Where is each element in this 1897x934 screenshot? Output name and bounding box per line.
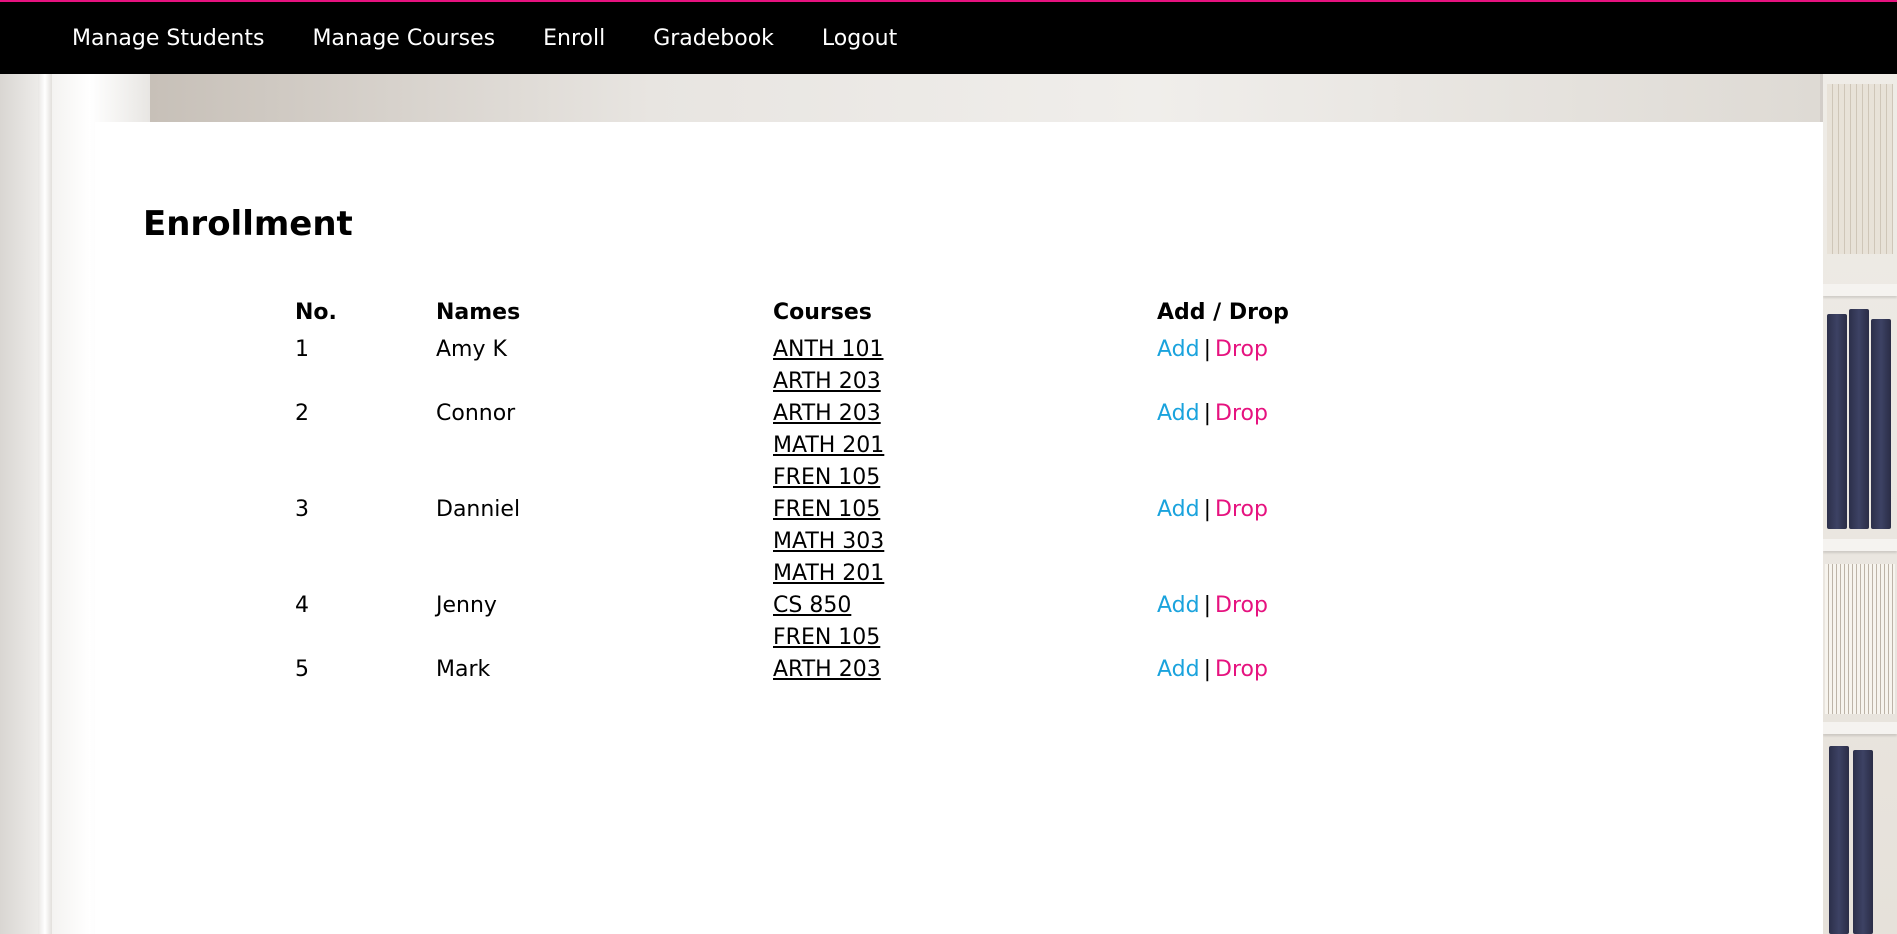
background-image-top xyxy=(150,74,1820,122)
course-link[interactable]: FREN 105 xyxy=(773,462,1157,494)
drop-link[interactable]: Drop xyxy=(1215,337,1268,362)
student-name: Amy K xyxy=(436,337,507,362)
row-number: 1 xyxy=(295,337,309,362)
drop-link[interactable]: Drop xyxy=(1215,593,1268,618)
drop-link[interactable]: Drop xyxy=(1215,497,1268,522)
background-bookshelf xyxy=(1823,74,1897,934)
add-link[interactable]: Add xyxy=(1157,401,1200,426)
student-name: Mark xyxy=(436,657,491,682)
add-drop-cell: Add | Drop xyxy=(1157,590,1357,654)
enrollment-table: No. Names Courses Add / Drop 1 Amy K ANT… xyxy=(295,300,1357,686)
header-courses: Courses xyxy=(773,300,872,325)
table-header-row: No. Names Courses Add / Drop xyxy=(295,300,1357,334)
background-window-frame xyxy=(38,74,52,934)
add-drop-cell: Add | Drop xyxy=(1157,398,1357,494)
top-nav-bar: Manage Students Manage Courses Enroll Gr… xyxy=(0,0,1897,74)
row-number: 2 xyxy=(295,401,309,426)
course-link[interactable]: ARTH 203 xyxy=(773,398,1157,430)
course-link[interactable]: ARTH 203 xyxy=(773,654,1157,686)
table-row: 3 Danniel FREN 105 MATH 303 MATH 201 Add… xyxy=(295,494,1357,590)
header-no: No. xyxy=(295,300,337,325)
course-link[interactable]: MATH 303 xyxy=(773,526,1157,558)
row-number: 5 xyxy=(295,657,309,682)
student-name: Connor xyxy=(436,401,516,426)
table-row: 1 Amy K ANTH 101 ARTH 203 Add | Drop xyxy=(295,334,1357,398)
table-row: 5 Mark ARTH 203 Add | Drop xyxy=(295,654,1357,686)
separator: | xyxy=(1203,401,1212,426)
add-drop-cell: Add | Drop xyxy=(1157,494,1357,590)
row-number: 4 xyxy=(295,593,309,618)
table-row: 4 Jenny CS 850 FREN 105 Add | Drop xyxy=(295,590,1357,654)
add-drop-cell: Add | Drop xyxy=(1157,654,1357,686)
header-add-drop: Add / Drop xyxy=(1157,300,1289,325)
header-names: Names xyxy=(436,300,521,325)
add-link[interactable]: Add xyxy=(1157,497,1200,522)
separator: | xyxy=(1203,497,1212,522)
course-link[interactable]: ANTH 101 xyxy=(773,334,1157,366)
nav-enroll[interactable]: Enroll xyxy=(543,26,605,51)
course-list: ANTH 101 ARTH 203 xyxy=(773,334,1157,398)
table-row: 2 Connor ARTH 203 MATH 201 FREN 105 Add |… xyxy=(295,398,1357,494)
add-link[interactable]: Add xyxy=(1157,337,1200,362)
add-drop-cell: Add | Drop xyxy=(1157,334,1357,398)
course-link[interactable]: MATH 201 xyxy=(773,558,1157,590)
course-list: CS 850 FREN 105 xyxy=(773,590,1157,654)
add-link[interactable]: Add xyxy=(1157,593,1200,618)
student-name: Jenny xyxy=(436,593,497,618)
course-link[interactable]: CS 850 xyxy=(773,590,1157,622)
separator: | xyxy=(1203,657,1212,682)
nav-logout[interactable]: Logout xyxy=(822,26,897,51)
page-title: Enrollment xyxy=(143,204,353,244)
course-list: FREN 105 MATH 303 MATH 201 xyxy=(773,494,1157,590)
course-link[interactable]: MATH 201 xyxy=(773,430,1157,462)
drop-link[interactable]: Drop xyxy=(1215,657,1268,682)
student-name: Danniel xyxy=(436,497,521,522)
nav-manage-students[interactable]: Manage Students xyxy=(72,26,264,51)
course-link[interactable]: FREN 105 xyxy=(773,622,1157,654)
course-list: ARTH 203 xyxy=(773,654,1157,686)
course-link[interactable]: FREN 105 xyxy=(773,494,1157,526)
separator: | xyxy=(1203,593,1212,618)
content-card: Enrollment No. Names Courses Add / Drop … xyxy=(95,122,1823,934)
separator: | xyxy=(1203,337,1212,362)
add-link[interactable]: Add xyxy=(1157,657,1200,682)
nav-gradebook[interactable]: Gradebook xyxy=(653,26,774,51)
course-link[interactable]: ARTH 203 xyxy=(773,366,1157,398)
drop-link[interactable]: Drop xyxy=(1215,401,1268,426)
nav-manage-courses[interactable]: Manage Courses xyxy=(312,26,495,51)
course-list: ARTH 203 MATH 201 FREN 105 xyxy=(773,398,1157,494)
row-number: 3 xyxy=(295,497,309,522)
